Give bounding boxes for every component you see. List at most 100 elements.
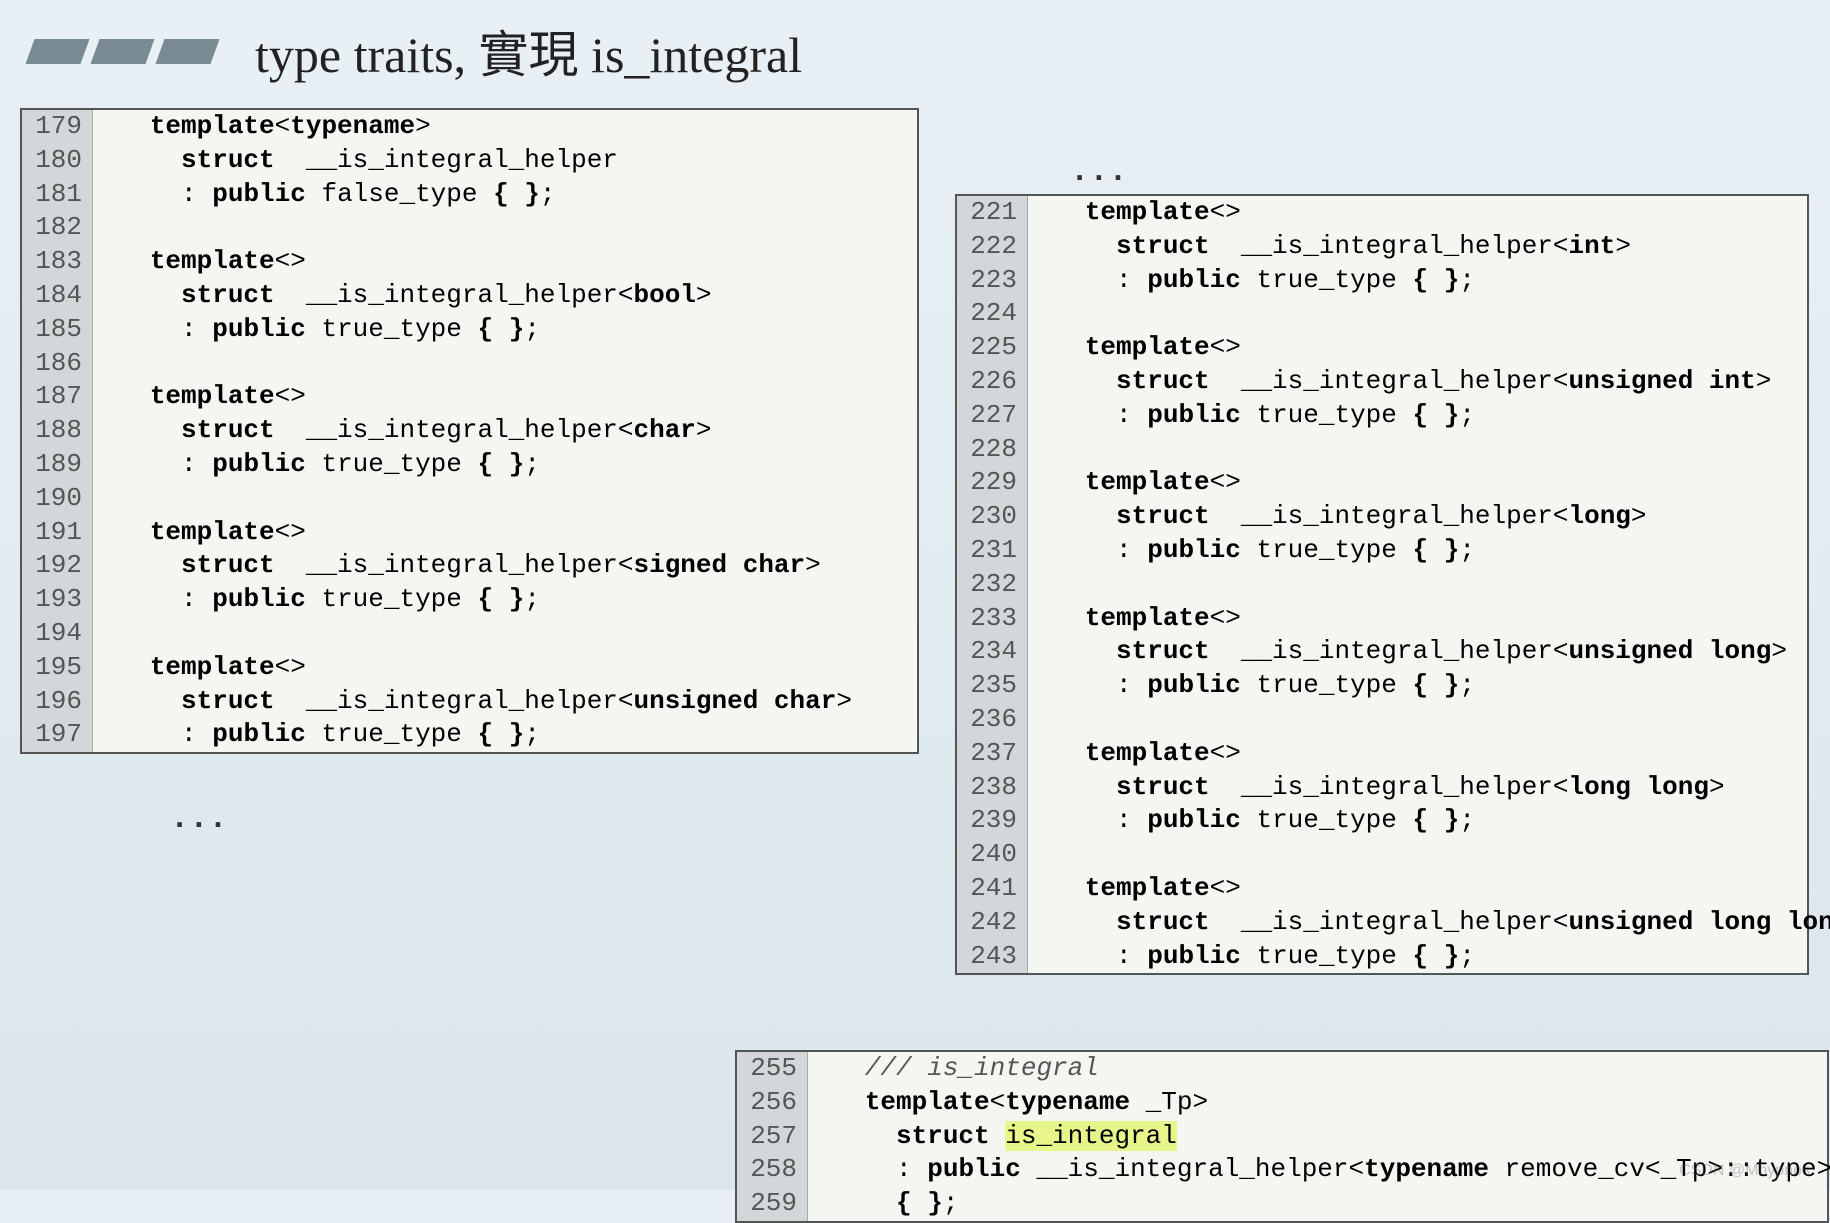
code-content: template<> [1028,196,1807,230]
line-number: 232 [957,568,1028,602]
code-line: 238 struct __is_integral_helper<long lon… [957,771,1807,805]
code-line: 227 : public true_type { }; [957,399,1807,433]
line-number: 230 [957,500,1028,534]
line-number: 238 [957,771,1028,805]
code-line: 188 struct __is_integral_helper<char> [22,414,917,448]
code-line: 234 struct __is_integral_helper<unsigned… [957,635,1807,669]
line-number: 197 [22,718,93,752]
code-content: template<> [93,380,917,414]
line-number: 239 [957,804,1028,838]
code-line: 259 { }; [737,1187,1827,1221]
line-number: 256 [737,1086,808,1120]
code-line: 197 : public true_type { }; [22,718,917,752]
code-content: : public __is_integral_helper<typename r… [808,1153,1830,1187]
code-line: 182 [22,211,917,245]
line-number: 229 [957,466,1028,500]
line-number: 241 [957,872,1028,906]
code-content: template<> [1028,602,1807,636]
code-content: template<> [93,651,917,685]
code-content: : public true_type { }; [1028,264,1807,298]
code-line: 195 template<> [22,651,917,685]
code-content: : public true_type { }; [1028,940,1807,974]
code-line: 224 [957,297,1807,331]
code-line: 237 template<> [957,737,1807,771]
line-number: 223 [957,264,1028,298]
code-line: 226 struct __is_integral_helper<unsigned… [957,365,1807,399]
code-block-2: 221 template<>222 struct __is_integral_h… [955,194,1809,975]
line-number: 179 [22,110,93,144]
code-content [93,617,917,651]
line-number: 180 [22,144,93,178]
code-content [1028,703,1807,737]
line-number: 233 [957,602,1028,636]
code-line: 233 template<> [957,602,1807,636]
code-line: 240 [957,838,1807,872]
code-line: 258 : public __is_integral_helper<typena… [737,1153,1827,1187]
code-content: struct __is_integral_helper<long long> [1028,771,1807,805]
code-line: 230 struct __is_integral_helper<long> [957,500,1807,534]
code-line: 229 template<> [957,466,1807,500]
line-number: 235 [957,669,1028,703]
line-number: 194 [22,617,93,651]
code-line: 241 template<> [957,872,1807,906]
code-line: 193 : public true_type { }; [22,583,917,617]
code-line: 243 : public true_type { }; [957,940,1807,974]
code-line: 232 [957,568,1807,602]
line-number: 190 [22,482,93,516]
code-content: struct __is_integral_helper<unsigned int… [1028,365,1807,399]
line-number: 228 [957,433,1028,467]
line-number: 225 [957,331,1028,365]
line-number: 234 [957,635,1028,669]
code-line: 192 struct __is_integral_helper<signed c… [22,549,917,583]
code-content: template<> [93,516,917,550]
code-line: 184 struct __is_integral_helper<bool> [22,279,917,313]
line-number: 240 [957,838,1028,872]
code-line: 228 [957,433,1807,467]
line-number: 221 [957,196,1028,230]
code-line: 187 template<> [22,380,917,414]
code-content [93,347,917,381]
bar-icon [155,39,219,64]
code-content [93,211,917,245]
line-number: 222 [957,230,1028,264]
code-block-1: 179 template<typename>180 struct __is_in… [20,108,919,754]
line-number: 255 [737,1052,808,1086]
line-number: 184 [22,279,93,313]
code-line: 256 template<typename _Tp> [737,1086,1827,1120]
line-number: 231 [957,534,1028,568]
code-content: struct __is_integral_helper<unsigned lon… [1028,635,1807,669]
line-number: 191 [22,516,93,550]
slide-header: type traits, 實現 is_integral [0,0,1830,97]
code-line: 242 struct __is_integral_helper<unsigned… [957,906,1807,940]
line-number: 243 [957,940,1028,974]
code-content: template<typename> [93,110,917,144]
code-line: 231 : public true_type { }; [957,534,1807,568]
code-content: struct __is_integral_helper<unsigned cha… [93,685,917,719]
code-content: struct __is_integral_helper<bool> [93,279,917,313]
code-content: template<> [1028,466,1807,500]
code-content: struct __is_integral_helper<signed char> [93,549,917,583]
code-line: 222 struct __is_integral_helper<int> [957,230,1807,264]
line-number: 237 [957,737,1028,771]
code-content: : public true_type { }; [93,313,917,347]
code-line: 235 : public true_type { }; [957,669,1807,703]
code-line: 181 : public false_type { }; [22,178,917,212]
code-content: struct __is_integral_helper<int> [1028,230,1807,264]
code-line: 221 template<> [957,196,1807,230]
decorative-bars [30,39,215,64]
watermark: CSDN @Mhypnos [1679,1162,1810,1180]
line-number: 259 [737,1187,808,1221]
code-line: 185 : public true_type { }; [22,313,917,347]
code-content: : public true_type { }; [93,583,917,617]
code-line: 189 : public true_type { }; [22,448,917,482]
code-line: 225 template<> [957,331,1807,365]
line-number: 224 [957,297,1028,331]
line-number: 182 [22,211,93,245]
line-number: 196 [22,685,93,719]
code-content: : public true_type { }; [93,448,917,482]
line-number: 189 [22,448,93,482]
code-content: template<> [93,245,917,279]
code-content [1028,838,1807,872]
code-content [1028,297,1807,331]
code-line: 194 [22,617,917,651]
